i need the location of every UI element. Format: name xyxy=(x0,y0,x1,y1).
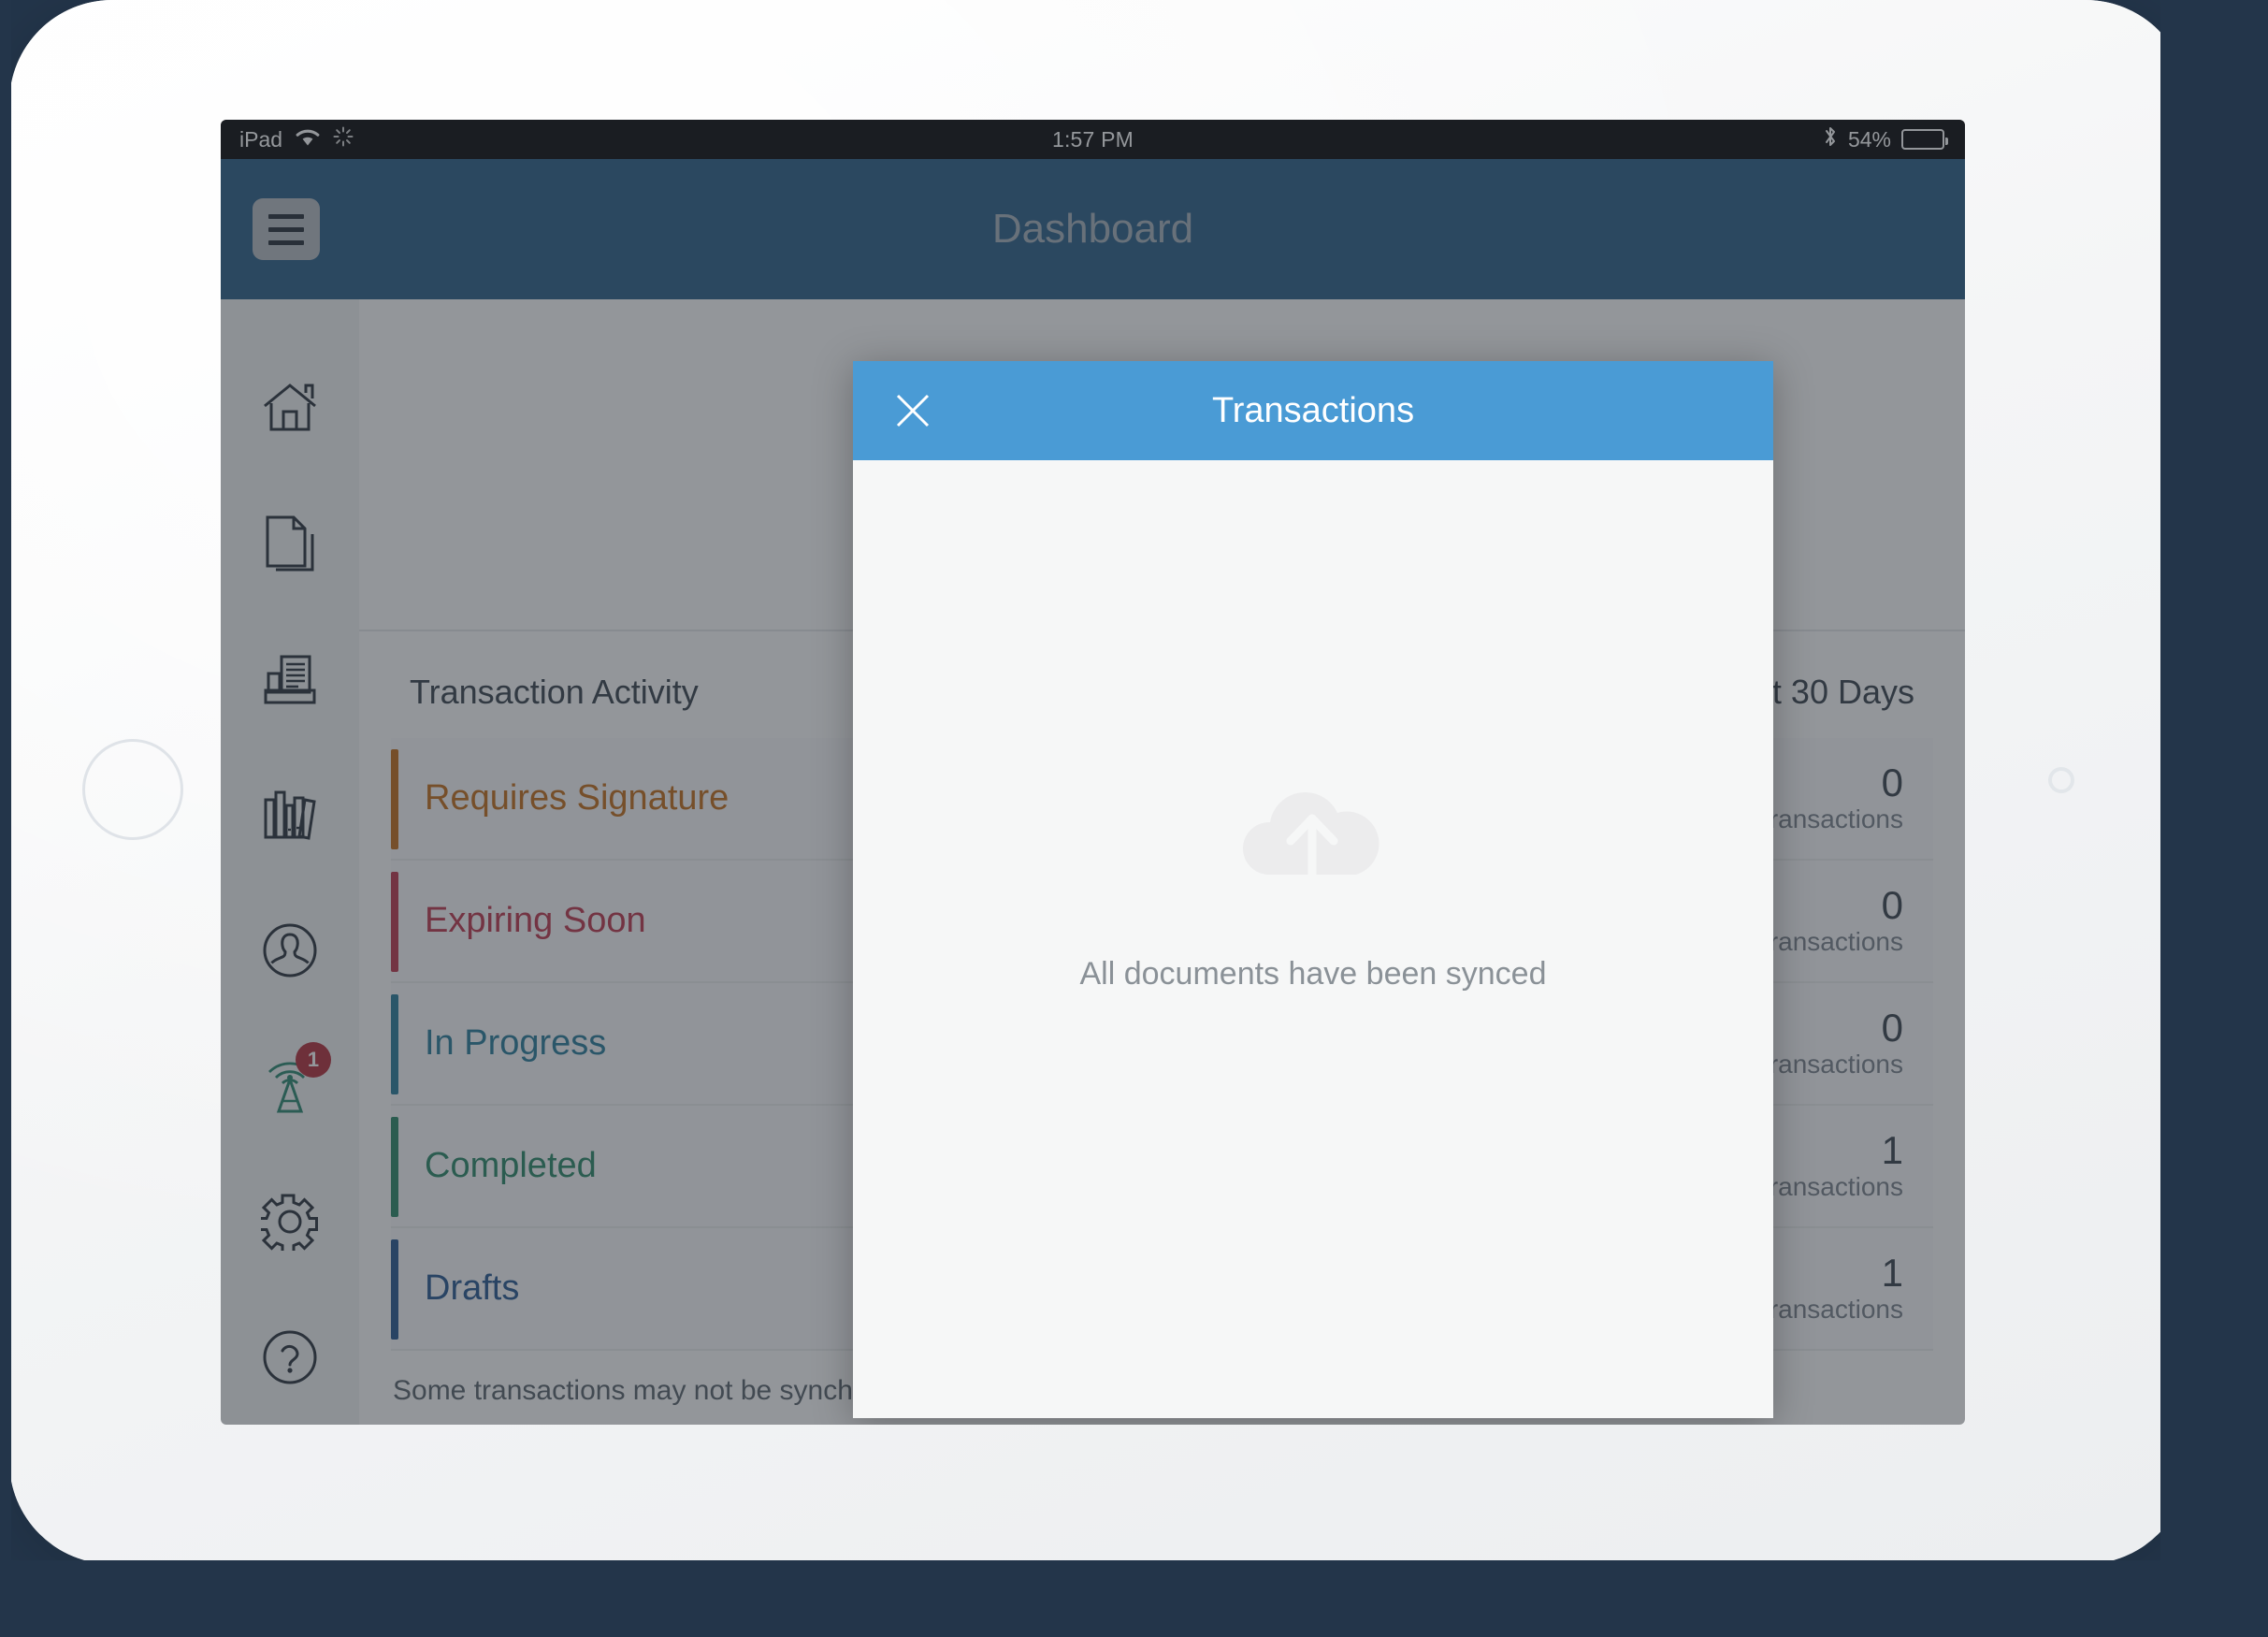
cloud-upload-icon xyxy=(1220,764,1407,919)
device-screen: iPad xyxy=(221,120,1965,1425)
home-button[interactable] xyxy=(82,739,183,840)
backdrop-right-strip xyxy=(2160,0,2268,1637)
front-camera-icon xyxy=(2048,767,2074,793)
modal-body: All documents have been synced xyxy=(853,460,1773,1418)
backdrop-left-edge xyxy=(0,0,11,1562)
modal-header: Transactions xyxy=(853,361,1773,460)
modal-title: Transactions xyxy=(1211,390,1415,430)
page-root: iPad xyxy=(0,0,2268,1637)
backdrop-bottom-strip xyxy=(0,1560,2268,1637)
transactions-modal: Transactions All documents have been syn… xyxy=(853,361,1773,1418)
empty-state-message: All documents have been synced xyxy=(1079,956,1547,992)
